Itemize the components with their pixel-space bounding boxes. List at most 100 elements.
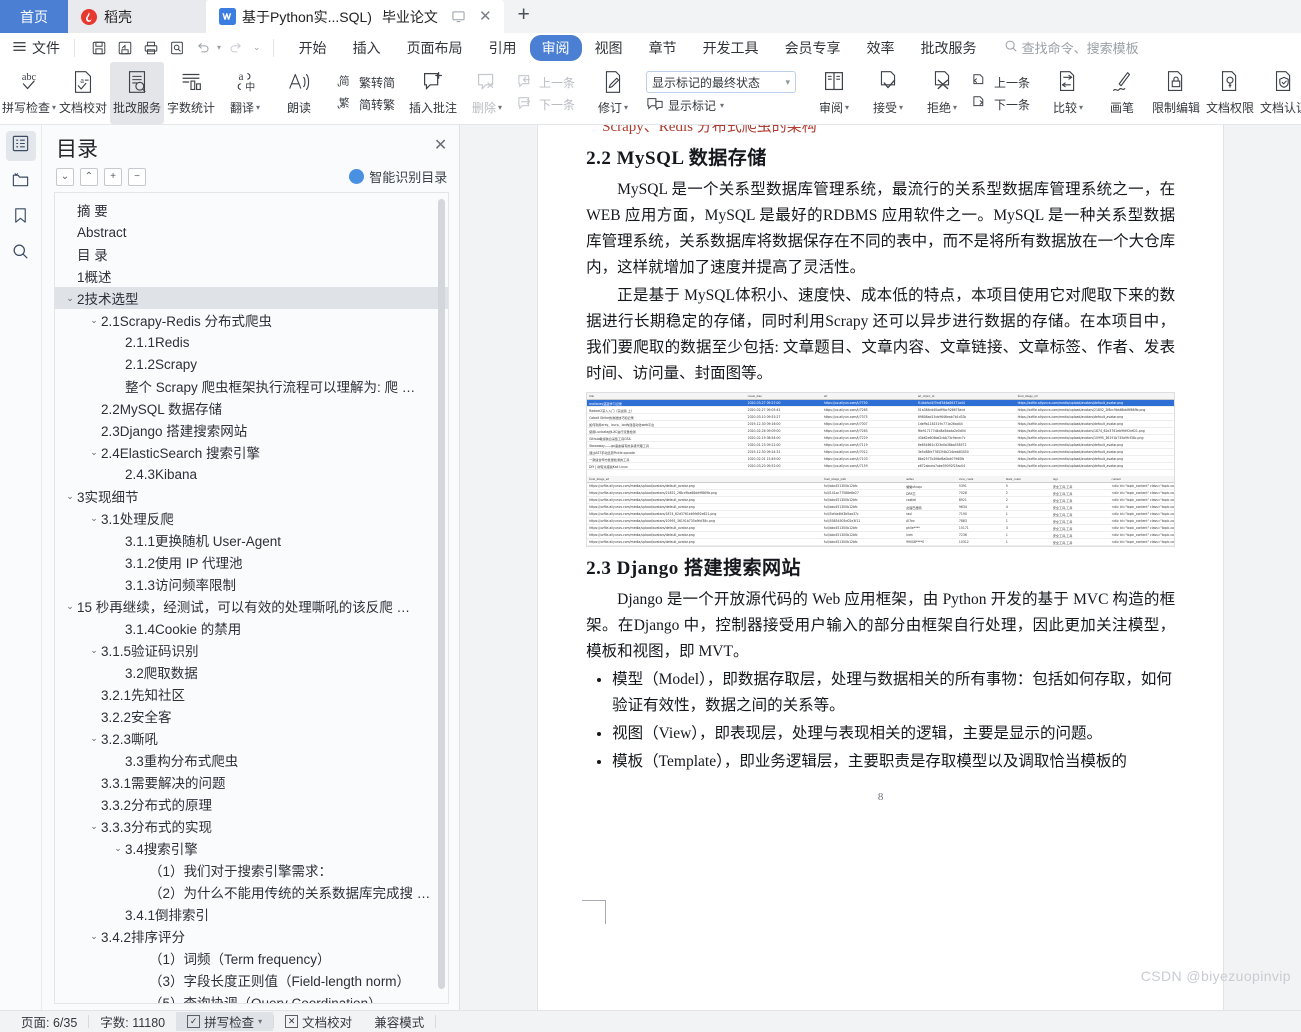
caret-down-icon[interactable]: ▾	[258, 1017, 262, 1026]
outline-item[interactable]: 2.1.2Scrapy	[55, 353, 448, 375]
chevron-down-icon[interactable]: ⌄	[87, 645, 101, 656]
prev-comment-button[interactable]: 上一条	[517, 73, 575, 92]
search-panel-button[interactable]	[6, 239, 36, 269]
translate-button[interactable]: a中 翻译 ▾	[218, 62, 272, 124]
markup-state-select[interactable]: 显示标记的最终状态 ▾	[646, 71, 797, 93]
expand-all-icon[interactable]: +	[104, 167, 122, 186]
tab-chapter[interactable]: 章节	[636, 35, 690, 61]
document-page[interactable]: Scrapy、Redis 分布式爬虫的架构 2.2 MySQL 数据存储 MyS…	[538, 125, 1224, 1010]
read-aloud-button[interactable]: 朗读	[272, 62, 326, 124]
caret-down-icon[interactable]: ▾	[256, 103, 260, 112]
compare-button[interactable]: 比较 ▾	[1041, 62, 1095, 124]
outline-item[interactable]: 整个 Scrapy 爬虫框架执行流程可以理解为: 爬 …	[55, 375, 448, 397]
outline-panel-button[interactable]	[5, 131, 36, 161]
outline-item[interactable]: 摘 要	[55, 199, 448, 221]
chevron-down-icon[interactable]: ⌄	[87, 821, 101, 832]
smart-toc-button[interactable]: 智能识别目录	[349, 167, 447, 186]
outline-item[interactable]: 2.3Django 搭建搜索网站	[55, 419, 448, 441]
tab-start[interactable]: 开始	[286, 35, 340, 61]
doc-permission-button[interactable]: 文档权限	[1203, 62, 1257, 124]
tab-efficiency[interactable]: 效率	[854, 35, 908, 61]
tab-correction-service[interactable]: 批改服务	[908, 35, 990, 61]
outline-item[interactable]: （5）查询协调（Query Coordination）	[55, 991, 448, 1003]
chevron-down-icon[interactable]: ⌄	[63, 293, 77, 304]
chevron-down-icon[interactable]: ▾	[786, 77, 791, 88]
next-comment-button[interactable]: 下一条	[517, 95, 575, 114]
caret-down-icon[interactable]: ▾	[720, 101, 724, 110]
outline-item[interactable]: 1概述	[55, 265, 448, 287]
chevron-down-icon[interactable]: ⌄	[87, 931, 101, 942]
outline-close-icon[interactable]: ✕	[434, 133, 447, 154]
save-as-icon[interactable]	[113, 37, 137, 59]
prev-revision-button[interactable]: 上一条	[972, 73, 1030, 92]
correction-service-button[interactable]: 批改服务	[110, 62, 164, 124]
outline-item[interactable]: ⌄ 15 秒再继续，经测试，可以有效的处理嘶吼的该反爬 …	[55, 595, 448, 617]
outline-item[interactable]: 3.2.1先知社区	[55, 683, 448, 705]
trad-to-simp-button[interactable]: 简 繁转简	[337, 73, 395, 92]
redo-icon[interactable]	[223, 37, 247, 59]
outline-item[interactable]: 3.2爬取数据	[55, 661, 448, 683]
outline-item[interactable]: 2.1.1Redis	[55, 331, 448, 353]
outline-item[interactable]: （1）词频（Term frequency）	[55, 947, 448, 969]
outline-item[interactable]: 3.1.1更换随机 User-Agent	[55, 529, 448, 551]
next-revision-button[interactable]: 下一条	[972, 95, 1030, 114]
chevron-down-icon[interactable]: ⌄	[63, 491, 77, 502]
caret-down-icon[interactable]: ▾	[624, 103, 628, 112]
print-icon[interactable]	[139, 37, 163, 59]
chevron-down-icon[interactable]: ⌄	[87, 315, 101, 326]
chevron-down-icon[interactable]: ⌄	[87, 447, 101, 458]
outline-item[interactable]: （2）为什么不能用传统的关系数据库完成搜 …	[55, 881, 448, 903]
print-preview-icon[interactable]	[165, 37, 189, 59]
status-proofread[interactable]: ✕ 文档校对	[274, 1012, 363, 1031]
outline-scrollbar[interactable]	[438, 199, 446, 989]
outline-item[interactable]: ⌄ 3.2.3嘶吼	[55, 727, 448, 749]
caret-down-icon[interactable]: ▾	[1079, 103, 1083, 112]
outline-item[interactable]: 3.1.4Cookie 的禁用	[55, 617, 448, 639]
outline-item[interactable]: Abstract	[55, 221, 448, 243]
chevron-down-icon[interactable]: ⌄	[87, 513, 101, 524]
outline-item[interactable]: 3.4.1倒排索引	[55, 903, 448, 925]
outline-item[interactable]: ⌄ 3.4.2排序评分	[55, 925, 448, 947]
outline-item[interactable]: ⌄ 2技术选型	[55, 287, 449, 309]
undo-icon[interactable]	[191, 37, 215, 59]
bookmark-panel-button[interactable]	[6, 203, 36, 233]
tab-page-layout[interactable]: 页面布局	[394, 35, 476, 61]
word-count-button[interactable]: 字数统计	[164, 62, 218, 124]
status-spellcheck[interactable]: ✓ 拼写检查 ▾	[176, 1012, 274, 1031]
outline-item[interactable]: ⌄ 2.1Scrapy-Redis 分布式爬虫	[55, 309, 448, 331]
track-changes-button[interactable]: 修订 ▾	[586, 62, 640, 124]
chapter-panel-button[interactable]	[6, 167, 36, 197]
caret-down-icon[interactable]: ▾	[953, 103, 957, 112]
simp-to-trad-button[interactable]: 繁 简转繁	[337, 95, 395, 114]
spellcheck-button[interactable]: abc 拼写检查 ▾	[2, 62, 56, 124]
status-page[interactable]: 页面: 6/35	[10, 1012, 88, 1031]
outline-item[interactable]: 3.3.2分布式的原理	[55, 793, 448, 815]
outline-item[interactable]: 2.4.3Kibana	[55, 463, 448, 485]
caret-down-icon[interactable]: ▾	[845, 103, 849, 112]
accept-button[interactable]: 接受 ▾	[861, 62, 915, 124]
outline-item[interactable]: ⌄ 3.1处理反爬	[55, 507, 448, 529]
show-markup-button[interactable]: 显示标记 ▾	[646, 96, 796, 115]
outline-item[interactable]: ⌄ 3.1.5验证码识别	[55, 639, 448, 661]
tab-document[interactable]: 基于Python实...SQL) 毕业论文 ✕	[206, 0, 504, 33]
undo-caret-icon[interactable]: ▾	[217, 43, 221, 52]
chevron-down-icon[interactable]: ⌄	[111, 843, 125, 854]
save-icon[interactable]	[87, 37, 111, 59]
outline-item[interactable]: ⌄ 3.3.3分布式的实现	[55, 815, 448, 837]
outline-item[interactable]: 目 录	[55, 243, 448, 265]
outline-item[interactable]: ⌄ 2.4ElasticSearch 搜索引擎	[55, 441, 448, 463]
embedded-table-image[interactable]: title create_date url url_object_id front_im…	[586, 392, 1176, 547]
restrict-edit-button[interactable]: 限制编辑	[1149, 62, 1203, 124]
collapse-up-icon[interactable]: ⌃	[80, 167, 98, 186]
tab-member[interactable]: 会员专享	[772, 35, 854, 61]
status-words[interactable]: 字数: 11180	[89, 1012, 176, 1031]
outline-item[interactable]: 2.2MySQL 数据存储	[55, 397, 448, 419]
outline-item[interactable]: 3.3重构分布式爬虫	[55, 749, 448, 771]
delete-comment-button[interactable]: 删除 ▾	[460, 62, 514, 124]
reject-button[interactable]: 拒绝 ▾	[915, 62, 969, 124]
tab-monitor-icon[interactable]	[452, 10, 465, 23]
collapse-all-icon[interactable]: −	[128, 167, 146, 186]
tab-daoke[interactable]: 稻壳	[68, 0, 206, 33]
insert-comment-button[interactable]: 插入批注	[406, 62, 460, 124]
tab-dev-tools[interactable]: 开发工具	[690, 35, 772, 61]
